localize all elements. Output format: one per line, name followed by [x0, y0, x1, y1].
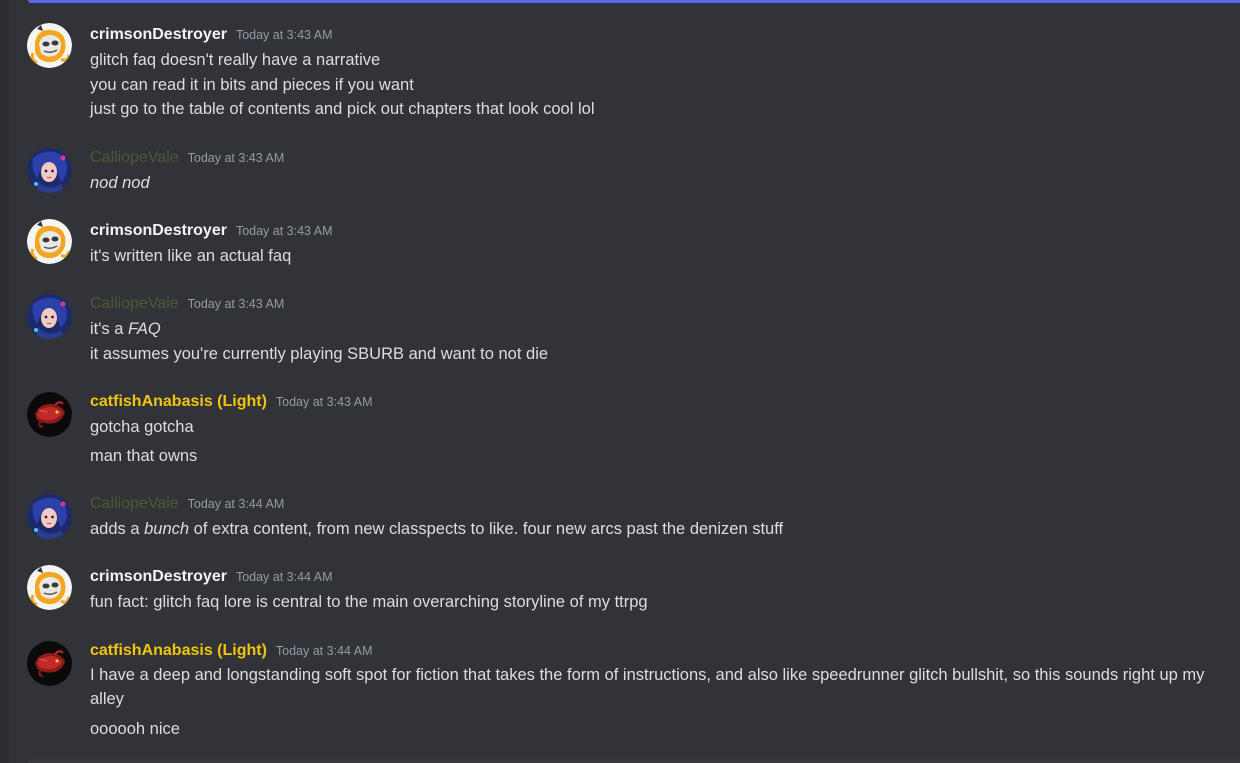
avatar[interactable]: [27, 641, 72, 686]
message-text: man that owns: [90, 447, 198, 465]
message-text: it assumes you're currently playing SBUR…: [90, 345, 549, 363]
calliope-avatar-icon: [27, 148, 72, 193]
message-text: you can read it in bits and pieces if yo…: [90, 76, 414, 94]
author-name[interactable]: crimsonDestroyer: [90, 566, 227, 588]
author-name[interactable]: catfishAnabasis (Light): [90, 640, 267, 662]
message-text: just go to the table of contents and pic…: [90, 100, 595, 118]
timestamp: Today at 3:44 AM: [275, 644, 373, 658]
author-name[interactable]: catfishAnabasis (Light): [90, 391, 267, 413]
timestamp: Today at 3:44 AM: [235, 570, 333, 584]
timestamp: Today at 3:43 AM: [187, 151, 285, 165]
message-header: crimsonDestroyer Today at 3:43 AM: [90, 24, 333, 46]
chat-message-list: crimsonDestroyer Today at 3:43 AM glitch …: [0, 0, 1240, 763]
text-segment: of extra content, from new classpects to…: [189, 520, 784, 538]
avatar[interactable]: [27, 294, 72, 339]
avatar[interactable]: [27, 392, 72, 437]
italic-text: FAQ: [128, 320, 161, 338]
avatar[interactable]: [27, 565, 72, 610]
crimson-avatar-icon: [27, 219, 72, 264]
message-header: crimsonDestroyer Today at 3:44 AM: [90, 566, 333, 588]
timestamp: Today at 3:43 AM: [187, 297, 285, 311]
message-text: it's written like an actual faq: [90, 247, 292, 265]
message-header: CalliopeVale Today at 3:43 AM: [90, 147, 284, 169]
calliope-avatar-icon: [27, 494, 72, 539]
timestamp: Today at 3:44 AM: [187, 497, 285, 511]
calliope-avatar-icon: [27, 294, 72, 339]
avatar[interactable]: [27, 148, 72, 193]
message-text: I have a deep and longstanding soft spot…: [90, 666, 1205, 708]
message-text: adds a bunch of extra content, from new …: [90, 517, 1225, 541]
avatar[interactable]: [27, 23, 72, 68]
catfish-avatar-icon: [27, 641, 72, 686]
message-composer-edge: [28, 759, 1240, 763]
message-text: glitch faq doesn't really have a narrati…: [90, 51, 381, 69]
crimson-avatar-icon: [27, 565, 72, 610]
text-segment: it's a: [90, 320, 128, 338]
author-name[interactable]: CalliopeVale: [90, 293, 179, 315]
timestamp: Today at 3:43 AM: [275, 395, 373, 409]
message-text: gotcha gotcha: [90, 418, 194, 436]
message-header: CalliopeVale Today at 3:43 AM: [90, 293, 284, 315]
timestamp: Today at 3:43 AM: [235, 28, 333, 42]
avatar[interactable]: [27, 219, 72, 264]
author-name[interactable]: CalliopeVale: [90, 147, 179, 169]
crimson-avatar-icon: [27, 23, 72, 68]
timestamp: Today at 3:43 AM: [235, 224, 333, 238]
message-text: it's a FAQ: [90, 317, 1225, 341]
message-header: catfishAnabasis (Light) Today at 3:43 AM: [90, 391, 373, 413]
new-messages-bar: [28, 0, 1240, 3]
author-name[interactable]: crimsonDestroyer: [90, 220, 227, 242]
message-text: nod nod: [90, 171, 1225, 195]
italic-text: bunch: [144, 520, 190, 538]
author-name[interactable]: crimsonDestroyer: [90, 24, 227, 46]
message-header: catfishAnabasis (Light) Today at 3:44 AM: [90, 640, 373, 662]
message-header: crimsonDestroyer Today at 3:43 AM: [90, 220, 333, 242]
text-segment: adds a: [90, 520, 145, 538]
avatar[interactable]: [27, 494, 72, 539]
italic-text: nod nod: [90, 174, 150, 192]
author-name[interactable]: CalliopeVale: [90, 493, 179, 515]
catfish-avatar-icon: [27, 392, 72, 437]
left-gutter: [0, 0, 9, 763]
message-header: CalliopeVale Today at 3:44 AM: [90, 493, 284, 515]
message-text: fun fact: glitch faq lore is central to …: [90, 593, 648, 611]
message-text: oooooh nice: [90, 720, 180, 738]
